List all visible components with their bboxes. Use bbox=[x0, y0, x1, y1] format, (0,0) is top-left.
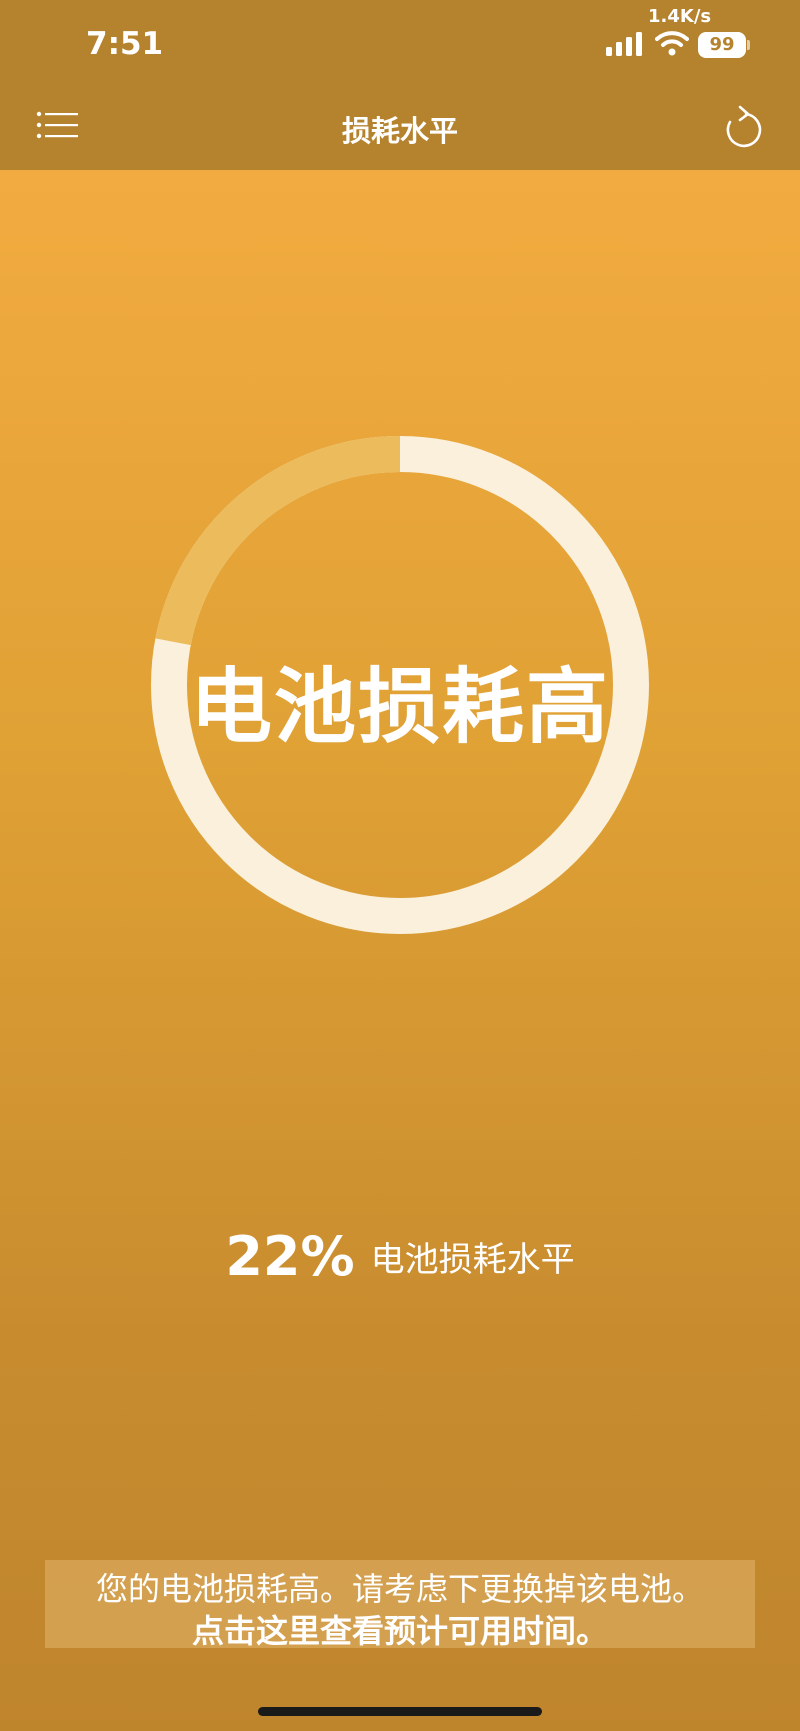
battery-level: 99 bbox=[709, 34, 735, 55]
main-content: 电池损耗高 22% 电池损耗水平 您的电池损耗高。请考虑下更换掉该电池。 点击这里… bbox=[0, 170, 800, 1731]
banner-message: 您的电池损耗高。请考虑下更换掉该电池。 bbox=[95, 1570, 704, 1608]
wear-percent: 22% bbox=[225, 1225, 355, 1288]
status-time: 7:51 bbox=[86, 26, 164, 62]
page-title: 损耗水平 bbox=[341, 114, 458, 148]
battery-icon: 99 bbox=[698, 32, 746, 58]
wear-stat: 22% 电池损耗水平 bbox=[0, 1225, 800, 1288]
wifi-icon bbox=[655, 31, 689, 56]
home-indicator bbox=[258, 1707, 542, 1716]
status-bar: 7:51 1.4K/s 99 bbox=[0, 0, 800, 90]
network-speed: 1.4K/s bbox=[648, 6, 712, 27]
wear-label: 电池损耗水平 bbox=[370, 1240, 575, 1280]
nav-bar: 损耗水平 bbox=[0, 90, 800, 170]
gauge-wear-arc bbox=[155, 436, 401, 646]
gauge-status-text: 电池损耗高 bbox=[189, 660, 610, 755]
battery-wear-gauge bbox=[151, 436, 649, 934]
banner-link[interactable]: 点击这里查看预计可用时间。 bbox=[45, 1606, 755, 1652]
refresh-icon[interactable] bbox=[720, 104, 764, 152]
replacement-banner[interactable]: 您的电池损耗高。请考虑下更换掉该电池。 点击这里查看预计可用时间。 bbox=[45, 1560, 755, 1650]
battery-tip bbox=[747, 40, 750, 50]
cellular-signal-icon bbox=[606, 32, 642, 56]
